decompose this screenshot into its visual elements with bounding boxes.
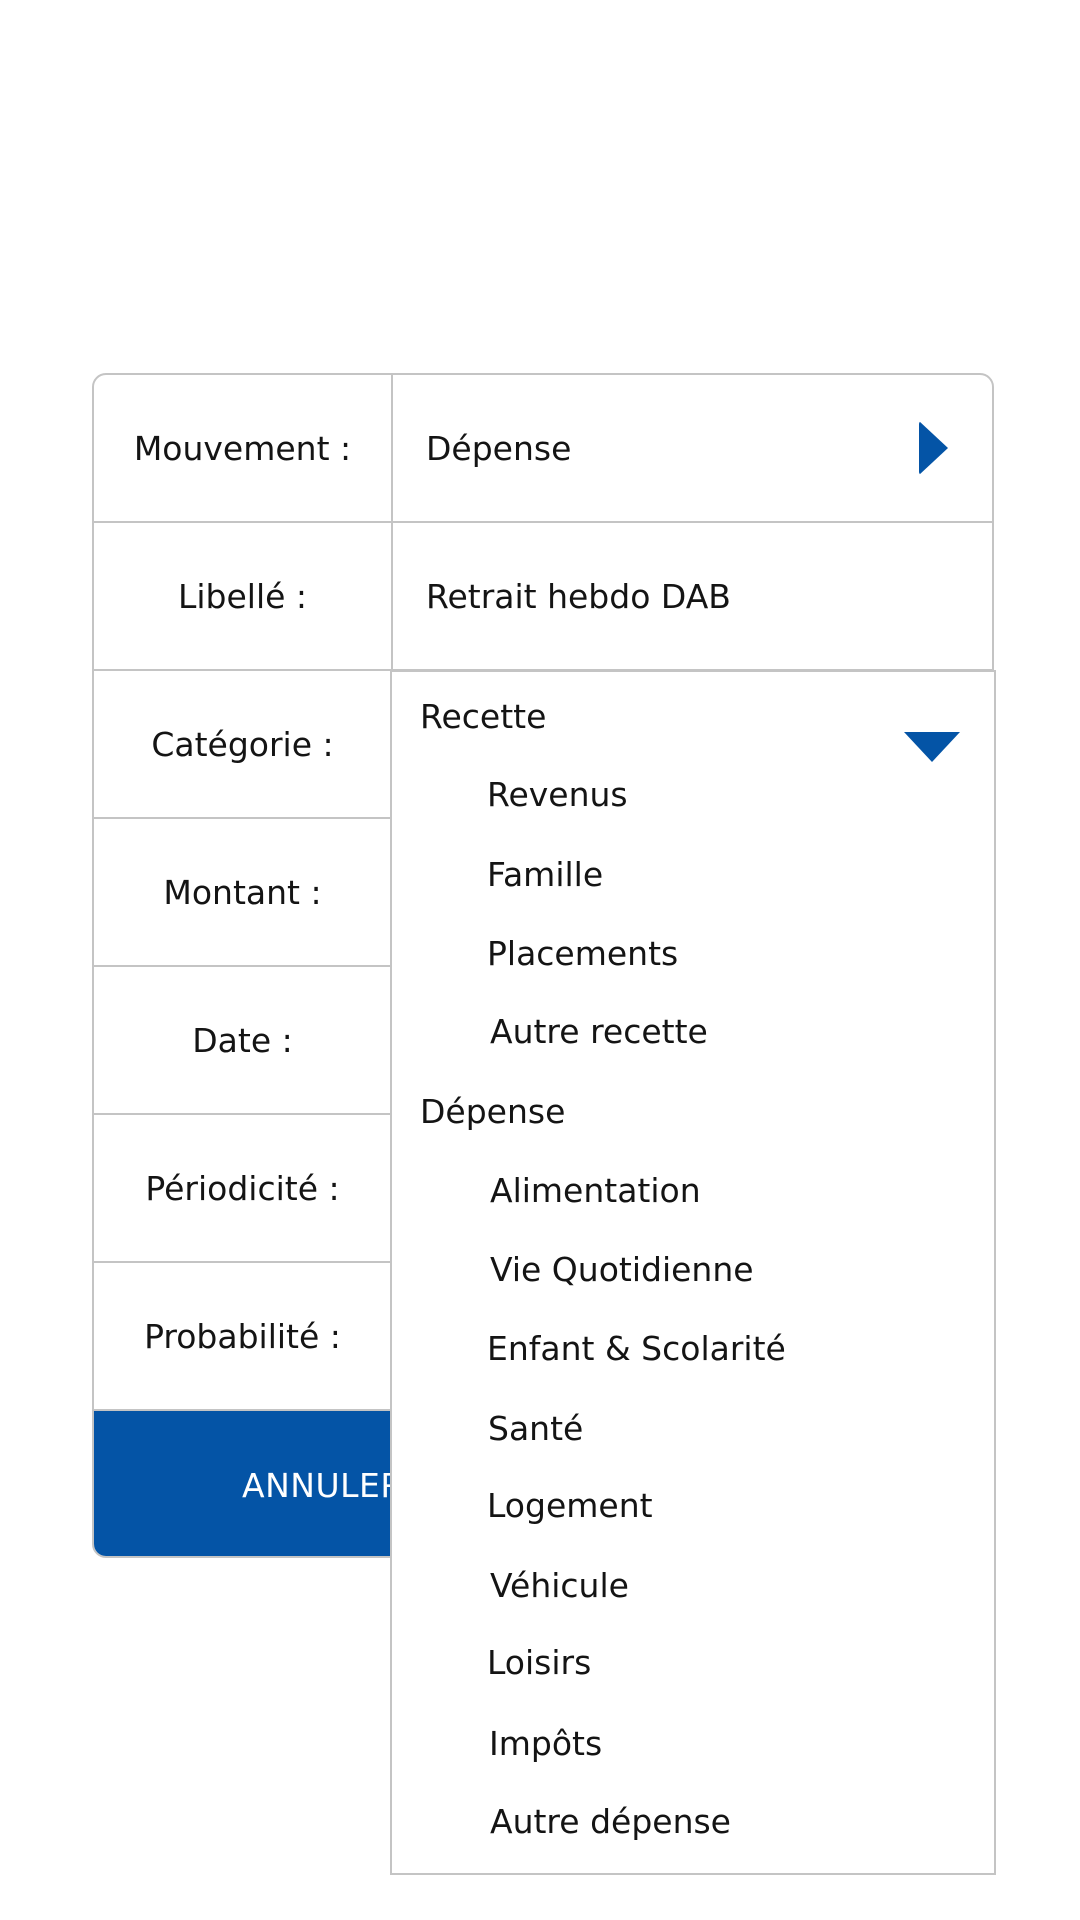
dropdown-group-depense: Dépense (420, 1092, 566, 1131)
mouvement-value-text: Dépense (426, 428, 572, 468)
dropdown-option-alimentation[interactable]: Alimentation (490, 1171, 701, 1211)
chevron-right-icon[interactable] (919, 421, 948, 475)
date-label: Date : (94, 967, 393, 1113)
dropdown-option-autre-depense[interactable]: Autre dépense (490, 1802, 731, 1842)
mouvement-value[interactable]: Dépense (393, 375, 992, 521)
screen: Mouvement : Dépense Libellé : Retrait he… (0, 0, 1080, 1920)
periodicite-label: Périodicité : (94, 1115, 393, 1261)
dropdown-option-placements[interactable]: Placements (487, 934, 678, 974)
dropdown-option-famille[interactable]: Famille (487, 855, 603, 895)
dropdown-option-impots[interactable]: Impôts (489, 1724, 602, 1764)
category-dropdown-list[interactable]: Recette Revenus Famille Placements Autre… (390, 670, 996, 1875)
caret-down-icon[interactable] (904, 732, 960, 762)
row-mouvement[interactable]: Mouvement : Dépense (94, 375, 992, 523)
montant-label: Montant : (94, 819, 393, 965)
dropdown-option-vehicule[interactable]: Véhicule (490, 1566, 629, 1606)
dropdown-option-sante[interactable]: Santé (488, 1409, 583, 1449)
dropdown-option-logement[interactable]: Logement (487, 1486, 653, 1526)
dropdown-option-autre-recette[interactable]: Autre recette (490, 1012, 708, 1052)
probabilite-label: Probabilité : (94, 1263, 393, 1409)
libelle-label: Libellé : (94, 523, 393, 669)
libelle-input[interactable]: Retrait hebdo DAB (393, 523, 992, 669)
dropdown-option-enfant-scolarite[interactable]: Enfant & Scolarité (487, 1329, 786, 1369)
categorie-label: Catégorie : (94, 671, 393, 817)
dropdown-option-loisirs[interactable]: Loisirs (487, 1643, 591, 1683)
dropdown-option-vie-quotidienne[interactable]: Vie Quotidienne (490, 1250, 754, 1290)
dropdown-option-revenus[interactable]: Revenus (487, 775, 628, 815)
row-libelle[interactable]: Libellé : Retrait hebdo DAB (94, 523, 992, 671)
dropdown-group-recette: Recette (420, 697, 547, 736)
mouvement-label: Mouvement : (94, 375, 393, 521)
